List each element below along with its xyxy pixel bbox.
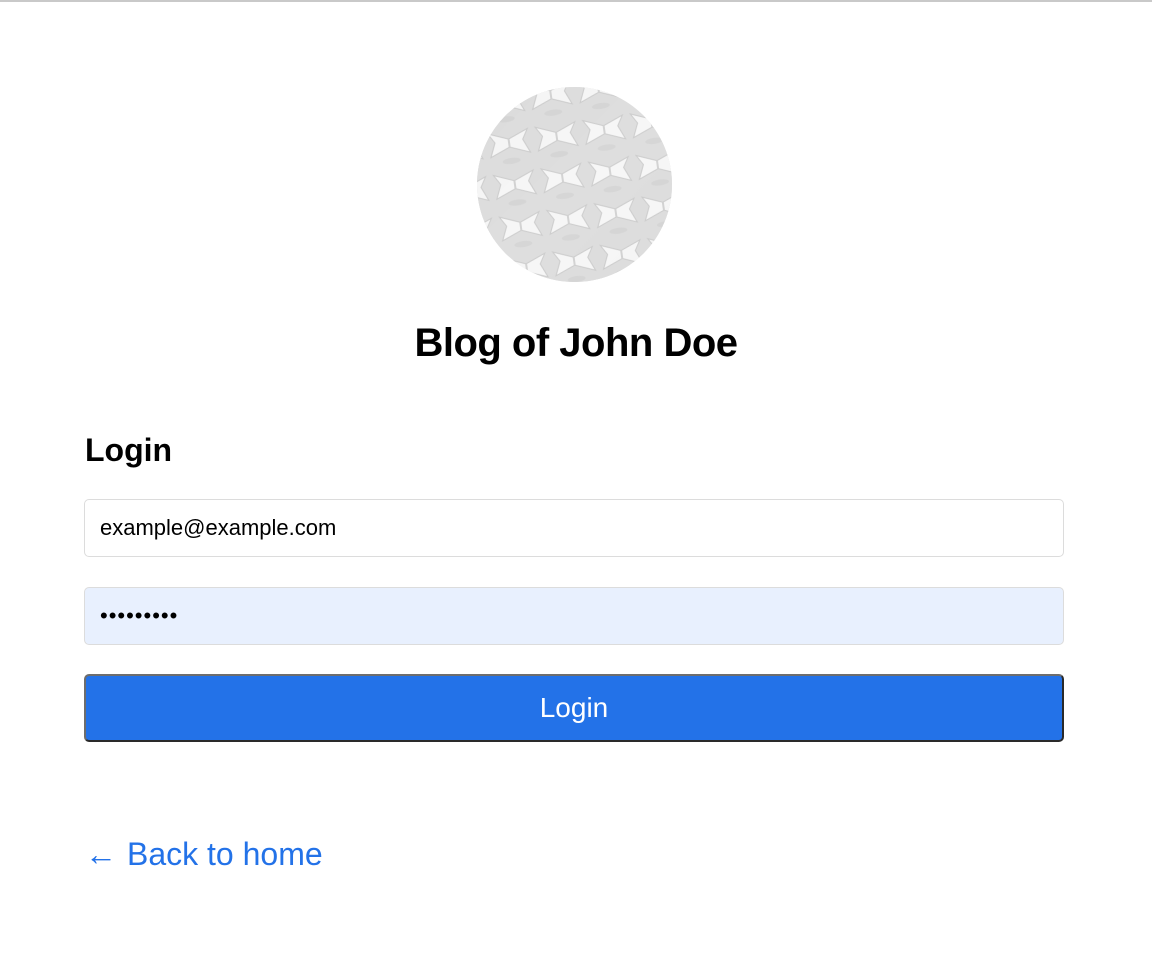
- avatar: [477, 87, 672, 282]
- back-to-home-label: Back to home: [127, 836, 323, 872]
- top-divider: [0, 0, 1152, 2]
- site-title: Blog of John Doe: [414, 321, 738, 365]
- email-field[interactable]: [84, 499, 1064, 557]
- arrow-left-icon: ←: [85, 836, 117, 872]
- password-field[interactable]: [84, 587, 1064, 645]
- login-button[interactable]: Login: [84, 674, 1064, 742]
- woven-pattern-avatar-icon: [477, 87, 672, 282]
- login-heading: Login: [85, 432, 173, 468]
- back-to-home-link[interactable]: ← Back to home: [85, 834, 323, 874]
